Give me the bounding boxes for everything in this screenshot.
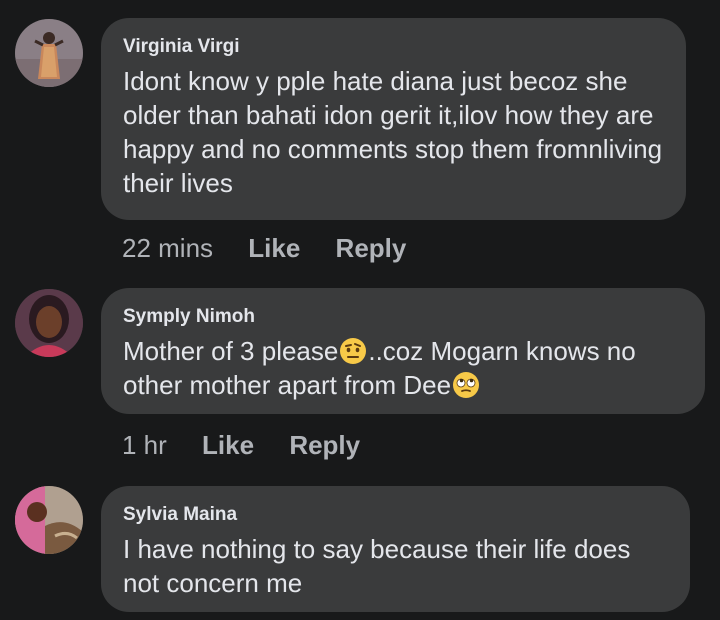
comment-actions: 22 mins Like Reply <box>122 233 434 264</box>
comment-author[interactable]: Virginia Virgi <box>123 36 664 58</box>
comment-text-part: Mother of 3 please <box>123 336 339 366</box>
user-photo-icon <box>15 19 83 87</box>
comment-bubble: Sylvia Maina I have nothing to say becau… <box>101 486 690 612</box>
comment-timestamp[interactable]: 22 mins <box>122 233 213 264</box>
face-with-rolling-eyes-emoji <box>452 371 480 399</box>
avatar[interactable] <box>15 486 83 554</box>
comment-actions: 1 hr Like Reply <box>122 430 388 461</box>
comment-text: Mother of 3 please ..coz Mogarn knows no … <box>123 334 683 402</box>
like-button[interactable]: Like <box>248 233 300 264</box>
comment-bubble: Symply Nimoh Mother of 3 please ..coz Mog… <box>101 288 705 414</box>
comment-timestamp[interactable]: 1 hr <box>122 430 167 461</box>
reply-button[interactable]: Reply <box>289 430 360 461</box>
avatar[interactable] <box>15 19 83 87</box>
comment-author[interactable]: Sylvia Maina <box>123 504 668 526</box>
avatar[interactable] <box>15 289 83 357</box>
reply-button[interactable]: Reply <box>336 233 407 264</box>
comment-author[interactable]: Symply Nimoh <box>123 306 683 328</box>
face-with-raised-eyebrow-emoji <box>339 337 367 365</box>
comment-text: I have nothing to say because their life… <box>123 534 631 598</box>
comment-text: Idont know y pple hate diana just becoz … <box>123 66 663 198</box>
user-photo-icon <box>15 289 83 357</box>
comment-bubble: Virginia Virgi Idont know y pple hate di… <box>101 18 686 220</box>
user-photo-icon <box>15 486 83 554</box>
like-button[interactable]: Like <box>202 430 254 461</box>
